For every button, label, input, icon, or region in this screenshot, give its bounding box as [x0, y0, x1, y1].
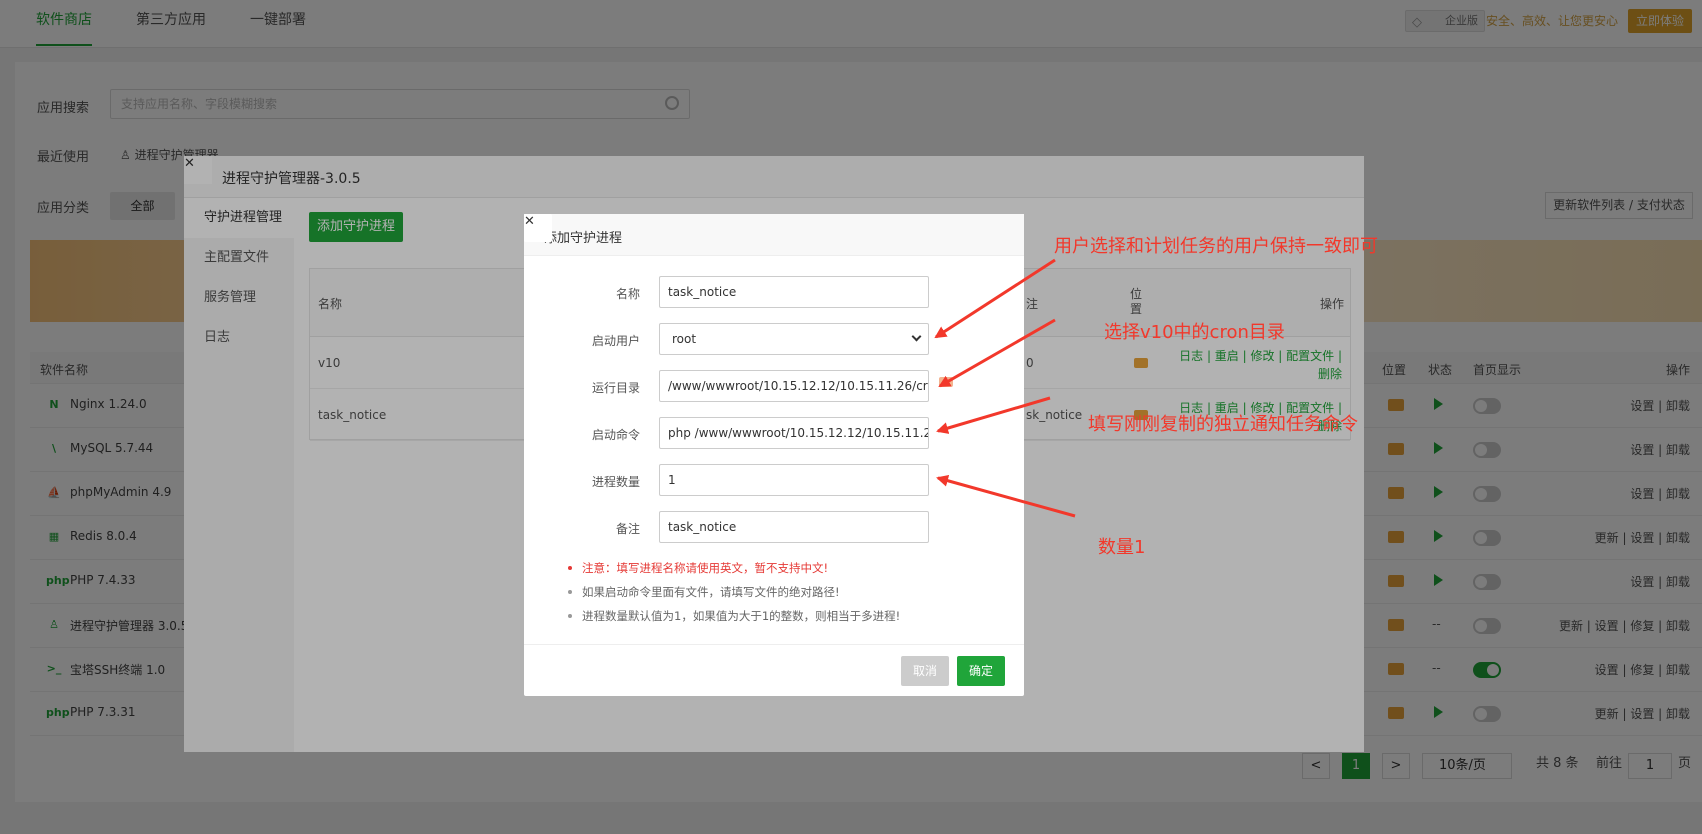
cmd-input[interactable]: php /www/wwwroot/10.15.12.12/10.15.11.26… — [659, 417, 929, 449]
cancel-button[interactable]: 取消 — [901, 656, 949, 686]
dialog-footer — [524, 644, 1024, 696]
tip-item: 如果启动命令里面有文件，请填写文件的绝对路径! — [566, 584, 900, 608]
annotation-user: 用户选择和计划任务的用户保持一致即可 — [1054, 236, 1378, 257]
confirm-button[interactable]: 确定 — [957, 656, 1005, 686]
chevron-down-icon — [911, 331, 922, 342]
tip-item: 进程数量默认值为1，如果值为大于1的整数，则相当于多进程! — [566, 608, 900, 632]
dialog-title: 添加守护进程 — [544, 231, 623, 246]
user-select-value: root — [672, 332, 697, 346]
dialog-close-icon[interactable]: ✕ — [524, 214, 552, 242]
dialog-header: 添加守护进程 — [524, 214, 1024, 256]
tip-item: 注意：填写进程名称请使用英文，暂不支持中文! — [566, 560, 900, 584]
note-input[interactable]: task_notice — [659, 511, 929, 543]
user-select[interactable]: root — [659, 323, 929, 355]
count-label: 进程数量 — [591, 475, 640, 489]
user-label: 启动用户 — [591, 334, 640, 348]
name-label: 名称 — [615, 287, 640, 301]
annotation-dir: 选择v10中的cron目录 — [1104, 322, 1285, 343]
add-process-dialog: 添加守护进程 名称 task_notice 启动用户 root 运行目录 /ww… — [524, 214, 1024, 696]
tips-list: 注意：填写进程名称请使用英文，暂不支持中文! 如果启动命令里面有文件，请填写文件… — [566, 560, 900, 632]
annotation-cmd: 填写刚刚复制的独立通知任务命令 — [1088, 414, 1358, 435]
dir-input[interactable]: /www/wwwroot/10.15.12.12/10.15.11.26/cro… — [659, 370, 929, 402]
note-label: 备注 — [615, 522, 640, 536]
name-input[interactable]: task_notice — [659, 276, 929, 308]
folder-icon[interactable] — [939, 377, 953, 387]
cmd-label: 启动命令 — [591, 428, 640, 442]
annotation-count: 数量1 — [1098, 537, 1146, 558]
dir-label: 运行目录 — [591, 381, 640, 395]
count-input[interactable]: 1 — [659, 464, 929, 496]
